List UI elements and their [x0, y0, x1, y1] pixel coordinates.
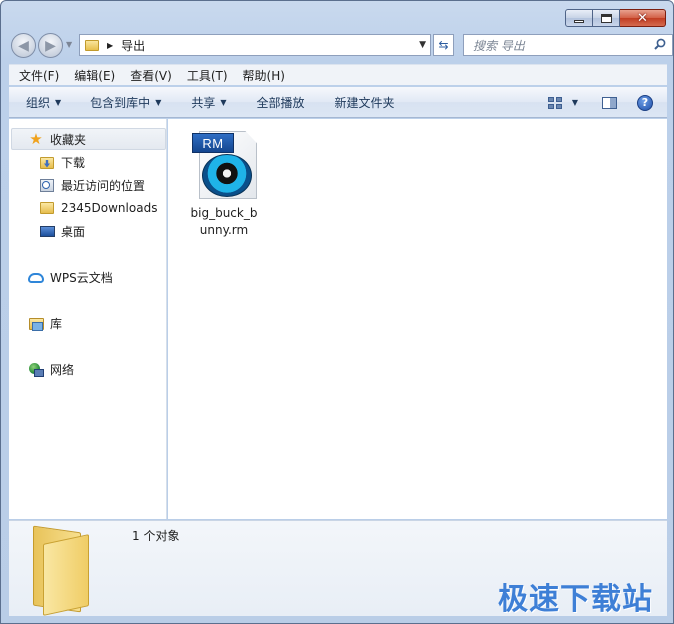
preview-pane-icon[interactable] — [602, 96, 617, 109]
site-watermark: 极速下载站 — [498, 582, 653, 617]
search-icon[interactable] — [654, 38, 666, 50]
back-button[interactable]: ◀ — [11, 33, 36, 58]
file-item[interactable]: RM big_buck_bunny.rm — [184, 129, 264, 239]
close-icon: ✕ — [637, 10, 648, 26]
menu-help[interactable]: 帮助(H) — [238, 67, 290, 84]
maximize-icon — [600, 13, 612, 23]
menu-view[interactable]: 查看(V) — [125, 67, 177, 84]
command-bar: 组织 ▼ 包含到库中 ▼ 共享 ▼ 全部播放 新建文件夹 ▼ ? — [9, 87, 667, 118]
folder-icon — [39, 200, 55, 216]
library-icon — [28, 316, 44, 332]
menu-tools[interactable]: 工具(T) — [182, 67, 233, 84]
sidebar-item-label: 网络 — [50, 363, 75, 377]
new-folder-button[interactable]: 新建文件夹 — [335, 94, 395, 111]
back-arrow-icon: ◀ — [18, 37, 29, 54]
maximize-button[interactable] — [593, 9, 620, 27]
minimize-button[interactable] — [565, 9, 593, 27]
breadcrumb-separator-icon[interactable]: ▶ — [107, 41, 113, 50]
sidebar-item-wps-cloud[interactable]: WPS云文档 — [28, 269, 113, 286]
new-folder-label: 新建文件夹 — [334, 95, 395, 110]
sidebar-item-downloads[interactable]: 下载 — [39, 154, 85, 171]
sidebar-item-label: 收藏夹 — [50, 132, 87, 147]
search-input[interactable]: 搜索 导出 — [473, 37, 525, 54]
sidebar-item-label: 最近访问的位置 — [61, 179, 146, 193]
organize-label: 组织 — [26, 95, 51, 110]
desktop-icon — [39, 224, 55, 240]
forward-button[interactable]: ▶ — [38, 33, 63, 58]
refresh-icon: ⇆ — [438, 38, 449, 52]
chevron-down-icon: ▼ — [55, 97, 62, 107]
sidebar-item-libraries[interactable]: 库 — [28, 315, 62, 332]
organize-button[interactable]: 组织 ▼ — [26, 94, 61, 111]
folder-icon — [85, 39, 99, 51]
navigation-row: ◀ ▶ ▼ ▶ 导出 ▼ ⇆ 搜索 导出 — [9, 31, 673, 59]
sidebar-item-recent-places[interactable]: 最近访问的位置 — [39, 177, 145, 194]
change-view-icon[interactable] — [547, 96, 562, 109]
chevron-down-icon: ▼ — [220, 97, 227, 107]
refresh-button[interactable]: ⇆ — [433, 34, 454, 56]
share-label: 共享 — [191, 95, 216, 110]
cloud-icon — [28, 270, 44, 286]
include-in-library-button[interactable]: 包含到库中 ▼ — [90, 94, 161, 111]
menu-edit[interactable]: 编辑(E) — [69, 67, 120, 84]
downloads-folder-icon — [39, 155, 55, 171]
file-type-badge: RM — [192, 133, 234, 153]
file-list: RM big_buck_bunny.rm — [168, 119, 667, 519]
large-folder-icon — [33, 525, 95, 616]
caption-buttons: ✕ — [565, 9, 666, 27]
chevron-down-icon: ▼ — [155, 97, 162, 107]
address-bar[interactable]: ▶ 导出 ▼ — [79, 34, 431, 56]
address-history-dropdown-icon[interactable]: ▼ — [419, 40, 426, 50]
menu-bar: 文件(F) 编辑(E) 查看(V) 工具(T) 帮助(H) — [9, 64, 667, 85]
realmedia-file-icon: RM — [189, 129, 259, 201]
sidebar-item-2345downloads[interactable]: 2345Downloads — [39, 200, 157, 216]
breadcrumb-current[interactable]: 导出 — [121, 37, 145, 54]
sidebar-item-favorites[interactable]: ★ 收藏夹 — [11, 128, 166, 150]
recent-pages-dropdown[interactable]: ▼ — [66, 40, 72, 49]
play-all-button[interactable]: 全部播放 — [257, 94, 305, 111]
sidebar-item-network[interactable]: 网络 — [28, 361, 74, 378]
sidebar-item-label: WPS云文档 — [50, 271, 113, 285]
forward-arrow-icon: ▶ — [45, 37, 56, 54]
play-all-label: 全部播放 — [256, 95, 305, 110]
explorer-window: ✕ ◀ ▶ ▼ ▶ 导出 ▼ ⇆ 搜索 导出 文件(F) 编辑(E) 查看(V)… — [0, 0, 674, 624]
sidebar-item-label: 桌面 — [61, 225, 86, 239]
help-icon[interactable]: ? — [637, 94, 653, 111]
menu-file[interactable]: 文件(F) — [14, 67, 64, 84]
chevron-down-icon[interactable]: ▼ — [572, 98, 578, 107]
sidebar-item-desktop[interactable]: 桌面 — [39, 223, 85, 240]
network-icon — [28, 362, 44, 378]
minimize-icon — [574, 19, 584, 23]
sidebar-item-label: 库 — [50, 317, 63, 331]
view-controls: ▼ ? — [547, 87, 667, 118]
file-name: big_buck_bunny.rm — [190, 206, 258, 237]
star-icon: ★ — [29, 129, 43, 148]
close-button[interactable]: ✕ — [620, 9, 666, 27]
recent-places-icon — [39, 178, 55, 194]
include-in-library-label: 包含到库中 — [90, 95, 151, 110]
navigation-pane: ★ 收藏夹 下载 最近访问的位置 2345Downloads 桌面 WPS云文档… — [9, 119, 167, 519]
item-count: 1 个对象 — [132, 529, 180, 543]
share-button[interactable]: 共享 ▼ — [191, 94, 226, 111]
search-box[interactable]: 搜索 导出 — [463, 34, 673, 56]
sidebar-item-label: 2345Downloads — [61, 201, 158, 215]
sidebar-item-label: 下载 — [61, 156, 86, 170]
